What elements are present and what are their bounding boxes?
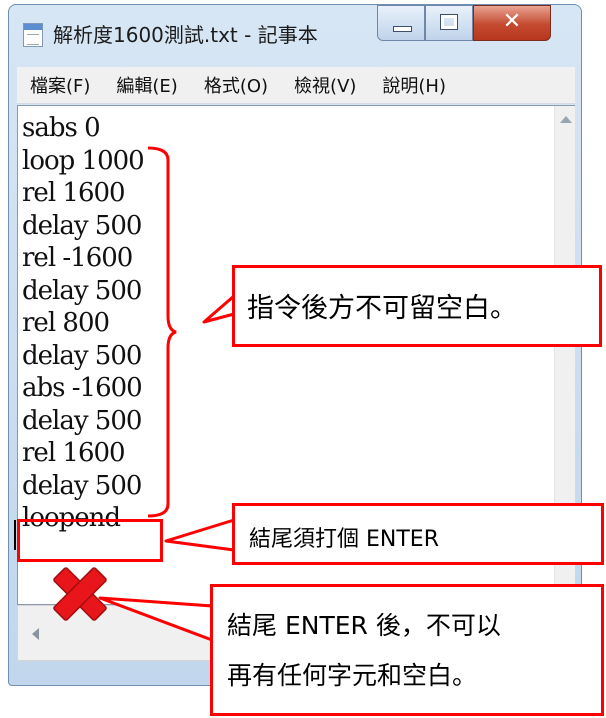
callout-after-enter: 結尾 ENTER 後，不可以 再有任何字元和空白。 <box>210 584 604 716</box>
window-controls: ✕ <box>377 5 551 43</box>
callout-text: 結尾須打個 ENTER <box>249 527 439 552</box>
callout-text: 指令後方不可留空白。 <box>247 293 517 324</box>
menu-file[interactable]: 檔案(F) <box>17 72 103 98</box>
editor-line: delay 500 <box>22 275 142 306</box>
scroll-up-icon[interactable] <box>560 116 572 123</box>
editor-line: rel 1600 <box>22 178 126 208</box>
scroll-left-icon[interactable] <box>32 628 39 640</box>
editor-line: delay 500 <box>22 470 142 501</box>
menu-edit[interactable]: 編輯(E) <box>103 72 190 98</box>
callout-end-enter: 結尾須打個 ENTER <box>232 503 604 565</box>
menu-view[interactable]: 檢視(V) <box>281 72 369 98</box>
editor-line: loop 1000 <box>22 145 145 176</box>
callout-text-line-2: 再有任何字元和空白。 <box>227 661 478 690</box>
maximize-button[interactable] <box>425 5 473 41</box>
menu-help[interactable]: 說明(H) <box>369 72 459 98</box>
line-group-bracket <box>147 146 177 518</box>
editor-line: delay 500 <box>22 405 142 436</box>
editor-line: rel 1600 <box>22 438 126 468</box>
notepad-icon[interactable] <box>23 23 43 47</box>
editor-line: rel 800 <box>22 308 110 338</box>
callout-no-trailing-space: 指令後方不可留空白。 <box>232 265 602 347</box>
window-title: 解析度1600測試.txt - 記事本 <box>53 23 318 47</box>
editor-line: delay 500 <box>22 210 142 241</box>
editor-line: sabs 0 <box>22 113 101 143</box>
end-enter-highlight <box>17 519 163 562</box>
menu-bar: 檔案(F) 編輯(E) 格式(O) 檢視(V) 說明(H) <box>17 67 575 104</box>
text-caret <box>14 520 16 550</box>
editor-line: rel -1600 <box>22 243 133 273</box>
editor-text: sabs 0 loop 1000 rel 1600 delay 500 rel … <box>22 112 145 535</box>
close-button[interactable]: ✕ <box>473 5 551 41</box>
minimize-button[interactable] <box>377 5 425 41</box>
minimize-icon <box>393 26 412 32</box>
callout-text-line-1: 結尾 ENTER 後，不可以 <box>227 611 501 640</box>
editor-line: abs -1600 <box>22 373 143 403</box>
close-icon: ✕ <box>502 9 522 34</box>
editor-line: delay 500 <box>22 340 142 371</box>
cross-mark-icon <box>53 567 107 621</box>
maximize-icon <box>440 14 458 30</box>
title-bar[interactable]: 解析度1600測試.txt - 記事本 ✕ <box>9 5 581 63</box>
menu-format[interactable]: 格式(O) <box>191 72 281 98</box>
